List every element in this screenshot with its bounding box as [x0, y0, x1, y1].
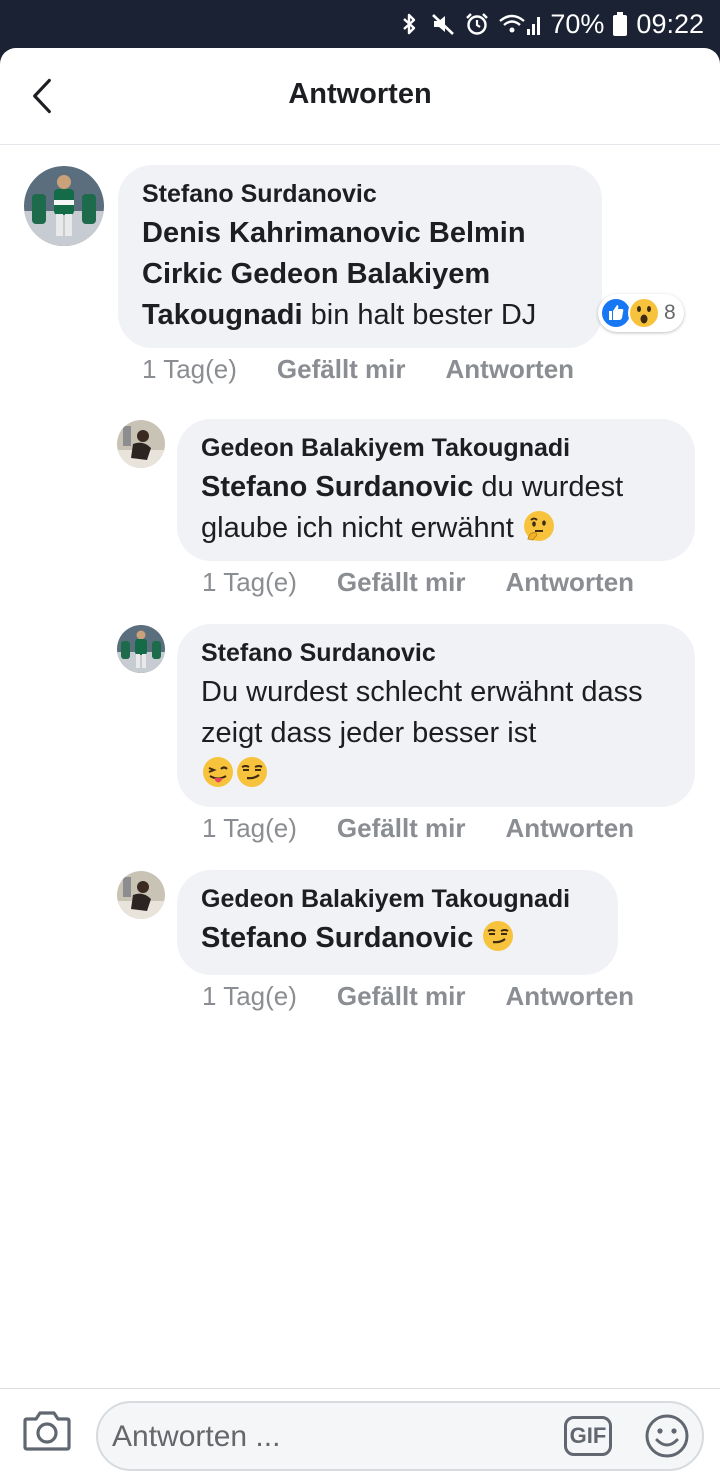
comment-bubble[interactable]: Stefano Surdanovic Du wurdest schlecht e… [177, 624, 695, 807]
comment-actions: 1 Tag(e) Gefällt mir Antworten [202, 567, 634, 598]
like-button[interactable]: Gefällt mir [337, 813, 466, 844]
tongue-wink-icon [201, 755, 235, 789]
thinking-face-icon [522, 509, 556, 543]
smirk-icon [235, 755, 269, 789]
smirk-icon [481, 919, 515, 953]
mention-link[interactable]: Stefano Surdanovic [201, 922, 473, 954]
reply-placeholder: Antworten ... [112, 1420, 281, 1453]
status-right: 70% 09:22 [396, 8, 704, 40]
comment-bubble[interactable]: Gedeon Balakiyem Takougnadi Stefano Surd… [177, 870, 618, 975]
mute-icon [430, 11, 456, 37]
avatar[interactable] [117, 420, 165, 468]
reply-input[interactable]: Antworten ... GIF [96, 1401, 704, 1471]
comment-author[interactable]: Gedeon Balakiyem Takougnadi [201, 884, 594, 914]
reply-button[interactable]: Antworten [446, 354, 575, 385]
replies-screen: Antworten Stefano Surdanovic Denis Kahri… [0, 48, 720, 1480]
comment-body: bin halt bester DJ [302, 299, 537, 331]
reply-button[interactable]: Antworten [506, 813, 635, 844]
comment-time: 1 Tag(e) [202, 813, 297, 843]
emoji-button[interactable] [644, 1413, 690, 1459]
comment-time: 1 Tag(e) [202, 567, 297, 597]
comment-time: 1 Tag(e) [202, 981, 297, 1011]
header: Antworten [0, 48, 720, 145]
comment-text: Stefano Surdanovic du wurdest glaube ich… [201, 467, 671, 549]
alarm-icon [464, 11, 490, 37]
comment-author[interactable]: Stefano Surdanovic [142, 179, 578, 209]
mention-link[interactable]: Stefano Surdanovic [201, 471, 473, 503]
comment-text: Stefano Surdanovic [201, 918, 594, 959]
avatar[interactable] [117, 871, 165, 919]
battery-icon [612, 11, 628, 37]
comment-body: Du wurdest schlecht erwähnt dass zeigt d… [201, 676, 643, 749]
like-button[interactable]: Gefällt mir [337, 567, 466, 598]
avatar[interactable] [24, 166, 104, 246]
bluetooth-icon [396, 11, 422, 37]
comment-actions: 1 Tag(e) Gefällt mir Antworten [142, 354, 574, 385]
comment-text: Du wurdest schlecht erwähnt dass zeigt d… [201, 672, 671, 795]
clock: 09:22 [636, 8, 704, 39]
reaction-summary[interactable]: 8 [598, 294, 684, 332]
comment-actions: 1 Tag(e) Gefällt mir Antworten [202, 981, 634, 1012]
reply-button[interactable]: Antworten [506, 567, 635, 598]
camera-icon [23, 1411, 71, 1451]
reaction-count: 8 [664, 301, 676, 324]
like-button[interactable]: Gefällt mir [337, 981, 466, 1012]
camera-button[interactable] [22, 1407, 72, 1453]
avatar[interactable] [117, 625, 165, 673]
comment-bubble[interactable]: Gedeon Balakiyem Takougnadi Stefano Surd… [177, 419, 695, 561]
wow-icon [628, 297, 660, 329]
comment-author[interactable]: Gedeon Balakiyem Takougnadi [201, 433, 671, 463]
wifi-signal-icon [498, 11, 542, 37]
battery-percent: 70% [550, 8, 605, 39]
comment-text: Denis Kahrimanovic Belmin Cirkic Gedeon … [142, 213, 578, 336]
gif-button[interactable]: GIF [564, 1416, 612, 1456]
status-icons [396, 11, 542, 37]
comment-author[interactable]: Stefano Surdanovic [201, 638, 671, 668]
smiley-icon [645, 1414, 689, 1458]
comment-bubble[interactable]: Stefano Surdanovic Denis Kahrimanovic Be… [118, 165, 602, 348]
like-button[interactable]: Gefällt mir [277, 354, 406, 385]
comment-actions: 1 Tag(e) Gefällt mir Antworten [202, 813, 634, 844]
reply-button[interactable]: Antworten [506, 981, 635, 1012]
status-bar: 70% 09:22 [0, 0, 720, 48]
page-title: Antworten [288, 78, 432, 110]
reply-composer: Antworten ... GIF [0, 1388, 720, 1480]
comment-time: 1 Tag(e) [142, 354, 237, 384]
